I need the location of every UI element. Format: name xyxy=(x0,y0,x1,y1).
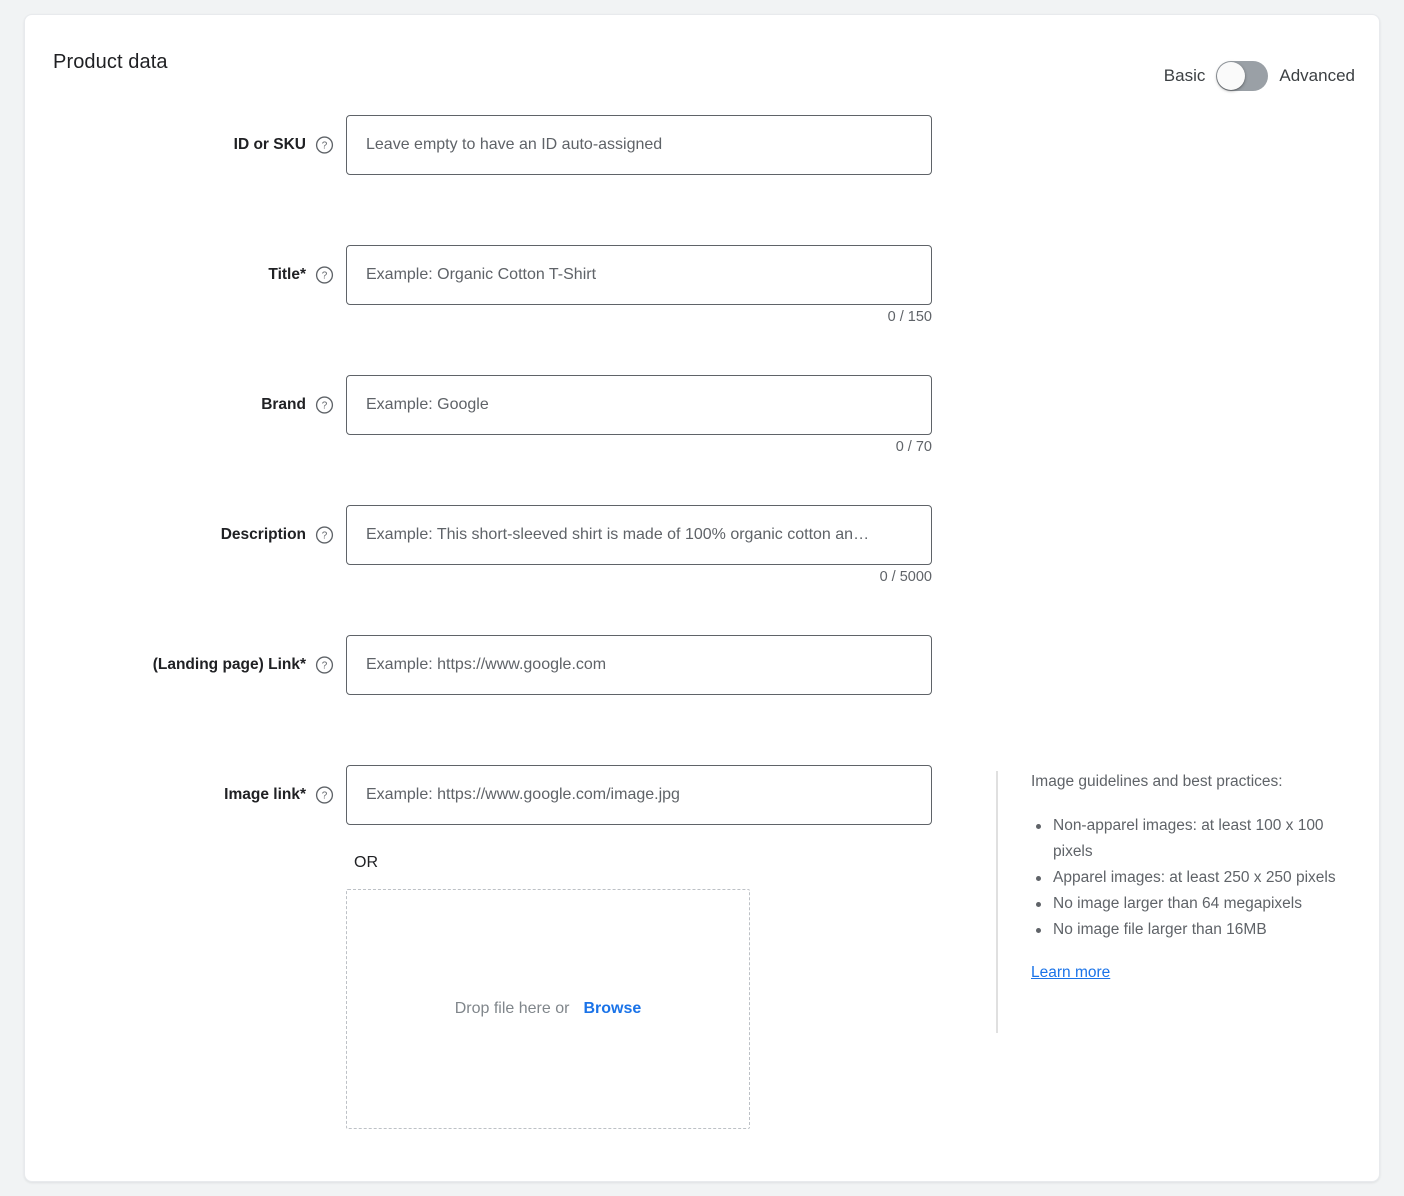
field-row-landing_page_link: (Landing page) Link*? xyxy=(25,635,1379,695)
svg-text:?: ? xyxy=(322,791,328,802)
guideline-item: Apparel images: at least 250 x 250 pixel… xyxy=(1036,865,1336,891)
label-brand: Brand xyxy=(261,396,306,413)
label-title: Title* xyxy=(268,266,306,283)
toggle-label-basic[interactable]: Basic xyxy=(1164,65,1206,87)
learn-more-link[interactable]: Learn more xyxy=(1031,962,1110,984)
image-dropzone[interactable]: Drop file here or Browse xyxy=(346,889,750,1129)
page-title: Product data xyxy=(53,51,168,73)
browse-button[interactable]: Browse xyxy=(583,1000,641,1018)
image-guidelines-panel: Image guidelines and best practices: Non… xyxy=(996,771,1336,1033)
help-circle-icon[interactable]: ? xyxy=(315,136,334,155)
label-description: Description xyxy=(220,526,306,543)
field-row-title: Title*? 0 / 150 xyxy=(25,245,1379,325)
field-row-brand: Brand? 0 / 70 xyxy=(25,375,1379,455)
help-circle-icon[interactable]: ? xyxy=(315,786,334,805)
input-brand[interactable] xyxy=(346,375,932,435)
input-id_or_sku[interactable] xyxy=(346,115,932,175)
svg-text:?: ? xyxy=(322,141,328,152)
guideline-item: No image larger than 64 megapixels xyxy=(1036,891,1336,917)
label-image_link: Image link* xyxy=(224,786,306,803)
svg-text:?: ? xyxy=(322,661,328,672)
svg-text:?: ? xyxy=(322,531,328,542)
or-separator-label: OR xyxy=(354,854,378,871)
toggle-label-advanced[interactable]: Advanced xyxy=(1279,65,1355,87)
char-counter-title: 0 / 150 xyxy=(887,309,932,325)
help-circle-icon[interactable]: ? xyxy=(315,266,334,285)
guidelines-list: Non-apparel images: at least 100 x 100 p… xyxy=(1031,813,1336,943)
guidelines-title: Image guidelines and best practices: xyxy=(1031,773,1283,790)
input-title[interactable] xyxy=(346,245,932,305)
product-data-card: Product data Basic Advanced ID or SKU?Ti… xyxy=(24,14,1380,1182)
help-circle-icon[interactable]: ? xyxy=(315,396,334,415)
basic-advanced-toggle-group: Basic Advanced xyxy=(1164,59,1355,93)
mode-toggle-switch[interactable] xyxy=(1216,61,1269,91)
svg-text:?: ? xyxy=(322,271,328,282)
input-landing_page_link[interactable] xyxy=(346,635,932,695)
char-counter-brand: 0 / 70 xyxy=(895,439,932,455)
input-description[interactable] xyxy=(346,505,932,565)
dropzone-content: Drop file here or Browse xyxy=(455,1000,642,1018)
guideline-item: No image file larger than 16MB xyxy=(1036,917,1336,943)
guideline-item: Non-apparel images: at least 100 x 100 p… xyxy=(1036,813,1336,865)
label-landing_page_link: (Landing page) Link* xyxy=(152,656,306,673)
field-row-description: Description? 0 / 5000 xyxy=(25,505,1379,585)
input-image_link[interactable] xyxy=(346,765,932,825)
field-row-id_or_sku: ID or SKU? xyxy=(25,115,1379,175)
label-id_or_sku: ID or SKU xyxy=(233,136,306,153)
toggle-knob xyxy=(1217,62,1246,90)
svg-text:?: ? xyxy=(322,401,328,412)
help-circle-icon[interactable]: ? xyxy=(315,526,334,545)
drop-file-text: Drop file here or xyxy=(454,1000,570,1017)
help-circle-icon[interactable]: ? xyxy=(315,656,334,675)
char-counter-description: 0 / 5000 xyxy=(879,569,932,585)
